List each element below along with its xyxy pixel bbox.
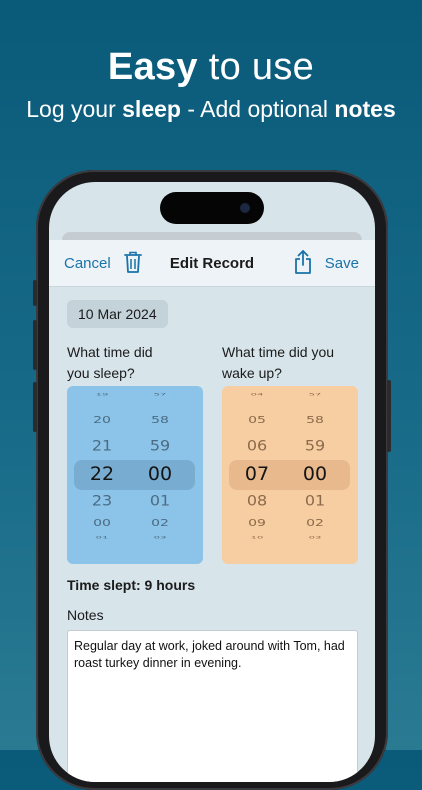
date-picker-button[interactable]: 10 Mar 2024: [67, 300, 168, 328]
subheadline: Log your sleep - Add optional notes: [0, 96, 422, 123]
headline: Easy to use: [0, 46, 422, 89]
wake-time-picker[interactable]: 04 05 06 07 08 09 10 57 58 59 00 01 02 03: [222, 386, 358, 564]
subline-part-1: Log your: [26, 96, 123, 122]
picker-value[interactable]: 59: [290, 437, 340, 454]
picker-value[interactable]: 58: [135, 414, 185, 425]
sleep-time-question: What time did you sleep?: [67, 342, 153, 384]
camera-icon: [240, 203, 250, 213]
dynamic-island: [160, 192, 264, 224]
picker-value[interactable]: 02: [290, 517, 340, 528]
picker-value[interactable]: 09: [232, 517, 282, 528]
picker-value[interactable]: 02: [135, 517, 185, 528]
wake-question-line-2: wake up?: [222, 365, 282, 381]
subline-bold-1: sleep: [122, 96, 181, 122]
sleep-minute-wheel[interactable]: 57 58 59 00 01 02 03: [135, 386, 185, 564]
picker-value[interactable]: 23: [77, 492, 127, 509]
phone-volume-down-button: [33, 382, 37, 432]
save-button[interactable]: Save: [325, 255, 359, 272]
notes-label: Notes: [67, 607, 104, 623]
sleep-time-picker[interactable]: 19 20 21 22 23 00 01 57 58 59 00 01 02 03: [67, 386, 203, 564]
picker-value[interactable]: 06: [232, 437, 282, 454]
notes-text: Regular day at work, joked around with T…: [74, 639, 345, 670]
notes-textarea[interactable]: Regular day at work, joked around with T…: [67, 630, 358, 782]
picker-value[interactable]: 00: [135, 463, 185, 485]
picker-value[interactable]: 58: [290, 414, 340, 425]
time-slept-label: Time slept: 9 hours: [67, 577, 196, 593]
subline-part-2: - Add optional: [180, 96, 335, 122]
sleep-hour-wheel[interactable]: 19 20 21 22 23 00 01: [77, 386, 127, 564]
picker-value[interactable]: 22: [77, 463, 127, 485]
picker-value[interactable]: 01: [135, 492, 185, 509]
phone-screen: Cancel Edit Record Save 10 Mar 2024 What…: [49, 182, 375, 782]
subline-bold-2: notes: [334, 96, 396, 122]
picker-value[interactable]: 10: [232, 536, 282, 540]
picker-value[interactable]: 00: [290, 463, 340, 485]
picker-value[interactable]: 59: [135, 437, 185, 454]
picker-value[interactable]: 03: [135, 536, 185, 540]
picker-value[interactable]: 05: [232, 414, 282, 425]
wake-hour-wheel[interactable]: 04 05 06 07 08 09 10: [232, 386, 282, 564]
sleep-question-line-1: What time did: [67, 344, 153, 360]
headline-rest: to use: [197, 46, 315, 88]
picker-value[interactable]: 20: [77, 414, 127, 425]
sleep-question-line-2: you sleep?: [67, 365, 135, 381]
picker-value[interactable]: 08: [232, 492, 282, 509]
picker-value[interactable]: 57: [290, 393, 340, 397]
picker-value[interactable]: 01: [290, 492, 340, 509]
picker-value[interactable]: 19: [77, 393, 127, 397]
wake-question-line-1: What time did you: [222, 344, 335, 360]
phone-frame: Cancel Edit Record Save 10 Mar 2024 What…: [33, 170, 391, 790]
headline-bold: Easy: [107, 46, 198, 88]
phone-power-button: [387, 380, 391, 452]
picker-value[interactable]: 21: [77, 437, 127, 454]
sheet-background-card: [62, 232, 362, 240]
picker-value[interactable]: 01: [77, 536, 127, 540]
share-icon[interactable]: [293, 249, 313, 275]
wake-minute-wheel[interactable]: 57 58 59 00 01 02 03: [290, 386, 340, 564]
picker-value[interactable]: 00: [77, 517, 127, 528]
phone-volume-up-button: [33, 320, 37, 370]
wake-time-question: What time did you wake up?: [222, 342, 334, 384]
picker-value[interactable]: 04: [232, 393, 282, 397]
picker-value[interactable]: 57: [135, 393, 185, 397]
picker-value[interactable]: 03: [290, 536, 340, 540]
nav-bar: Cancel Edit Record Save: [49, 240, 375, 287]
picker-value[interactable]: 07: [232, 463, 282, 485]
phone-action-button: [33, 280, 37, 306]
